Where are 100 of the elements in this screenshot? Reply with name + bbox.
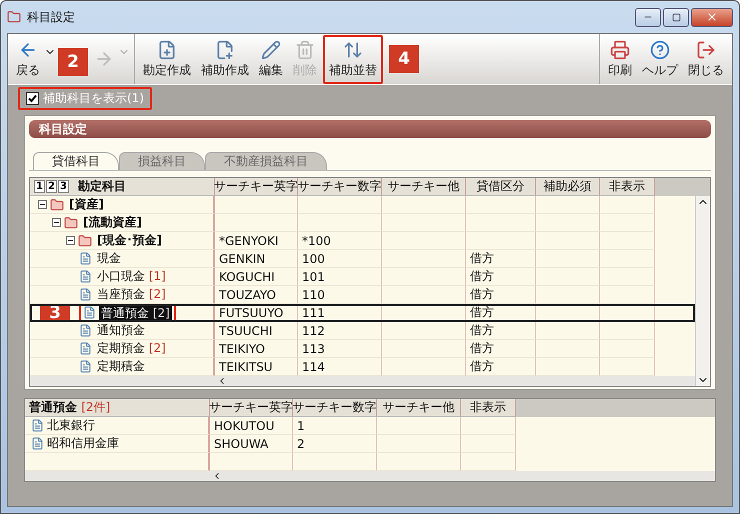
table-row[interactable]: 通知預金 TSUUCHI 112 借方 [30,322,695,340]
toolbar-button[interactable]: ヘルプ [638,36,682,82]
pencil-icon [261,40,281,60]
toolbar-button[interactable]: 補助並替 [325,36,381,82]
table-row[interactable]: 3 普通預金 [2] FUTSUUYO 111 借方 [30,304,695,322]
table-cell [600,214,655,232]
table-cell [536,268,600,286]
column-header: 勘定科目 [78,178,126,195]
table-row[interactable]: 現金 GENKIN 100 借方 [30,250,695,268]
table-cell: 借方 [466,250,536,268]
step-number: 2 [58,48,88,76]
level-button[interactable]: 3 [58,180,69,193]
column-header: サーチキー英字 [210,399,293,417]
column-header: サーチキー数字 [293,399,377,417]
step-number: 3 [40,304,70,322]
level-button[interactable]: 2 [46,180,57,193]
table-cell: 110 [298,286,382,304]
document-icon [83,306,96,319]
table-cell: FUTSUUYO [215,304,298,322]
tab[interactable]: 貸借科目 [33,152,119,170]
table-cell: 借方 [466,268,536,286]
table-cell: 借方 [466,304,536,322]
column-header: 補助必須 [536,178,600,196]
collapse-icon[interactable] [38,200,47,209]
table-cell [466,232,536,250]
table-cell [461,435,516,453]
minimize-button[interactable] [635,8,661,26]
table-row[interactable]: [資産] [30,196,695,214]
collapse-icon[interactable] [52,218,61,227]
file-plus-icon [157,40,177,60]
table-cell: KOGUCHI [215,268,298,286]
table-cell [536,196,600,214]
column-header: 非表示 [600,178,655,196]
account-name: 当座預金 [2] [96,286,167,303]
table-cell: 100 [298,250,382,268]
sub-account-name: 北東銀行 [47,417,95,434]
scrollbar[interactable] [695,196,710,386]
document-icon [79,324,92,337]
window-icon [7,10,21,24]
table-row[interactable]: 小口現金 [1] KOGUCHI 101 借方 [30,268,695,286]
help-icon [650,40,670,60]
account-name: 普通預金 [2] [99,306,172,320]
table-cell [466,214,536,232]
table-cell [600,196,655,214]
table-cell [536,322,600,340]
document-icon [79,342,92,355]
level-button[interactable]: 1 [34,180,45,193]
table-cell: *100 [298,232,382,250]
table-cell: 101 [298,268,382,286]
document-icon [79,288,92,301]
table-cell [600,250,655,268]
table-row[interactable]: [現金･預金] *GENYOKI *100 [30,232,695,250]
table-cell [600,322,655,340]
folder-icon [50,198,64,212]
folder-icon [64,216,78,230]
table-row[interactable]: [流動資産] [30,214,695,232]
collapse-icon[interactable] [66,236,75,245]
table-row[interactable]: 定期預金 [2] TEIKIYO 113 借方 [30,340,695,358]
table-cell: 111 [298,304,382,322]
column-header: サーチキー他 [377,399,461,417]
table-cell: TEIKIYO [215,340,298,358]
account-name: 定期積金 [96,358,146,375]
close-button[interactable] [691,8,733,26]
table-cell: GENKIN [215,250,298,268]
checkbox[interactable] [26,92,39,105]
toolbar-button[interactable]: 補助作成 [197,36,253,82]
column-header: サーチキー他 [382,178,466,196]
table-cell: HOKUTOU [210,417,293,435]
account-name: 通知預金 [96,322,146,339]
toolbar-button[interactable]: 戻る [12,36,44,82]
scrollbar[interactable] [30,376,695,386]
toolbar-button[interactable]: 勘定作成 [139,36,195,82]
toolbar-button[interactable]: 閉じる [684,36,728,82]
maximize-button[interactable] [663,8,689,26]
exit-icon [696,40,716,60]
folder-icon [78,234,92,248]
column-header: 普通預金 [2件] [25,399,210,417]
table-row[interactable]: 当座預金 [2] TOUZAYO 110 借方 [30,286,695,304]
table-cell [536,250,600,268]
table-cell [600,268,655,286]
sort-arrows-icon [343,40,363,60]
scrollbar[interactable] [25,471,715,481]
table-cell [461,417,516,435]
account-name: 定期預金 [2] [96,340,167,357]
account-name: [現金･預金] [96,232,163,249]
column-header: 非表示 [461,399,516,417]
table-cell: 借方 [466,286,536,304]
column-header: サーチキー数字 [298,178,382,196]
document-icon [79,360,92,373]
toolbar-button[interactable]: 編集 [255,36,287,82]
table-cell: 1 [293,417,377,435]
column-header: 貸借区分 [466,178,536,196]
column-header: サーチキー英字 [215,178,298,196]
table-cell [600,232,655,250]
toolbar-button[interactable]: 印刷 [604,36,636,82]
document-icon [31,419,44,432]
table-cell: 借方 [466,322,536,340]
document-icon [31,437,44,450]
table-cell: 113 [298,340,382,358]
account-name: [資産] [68,196,105,213]
